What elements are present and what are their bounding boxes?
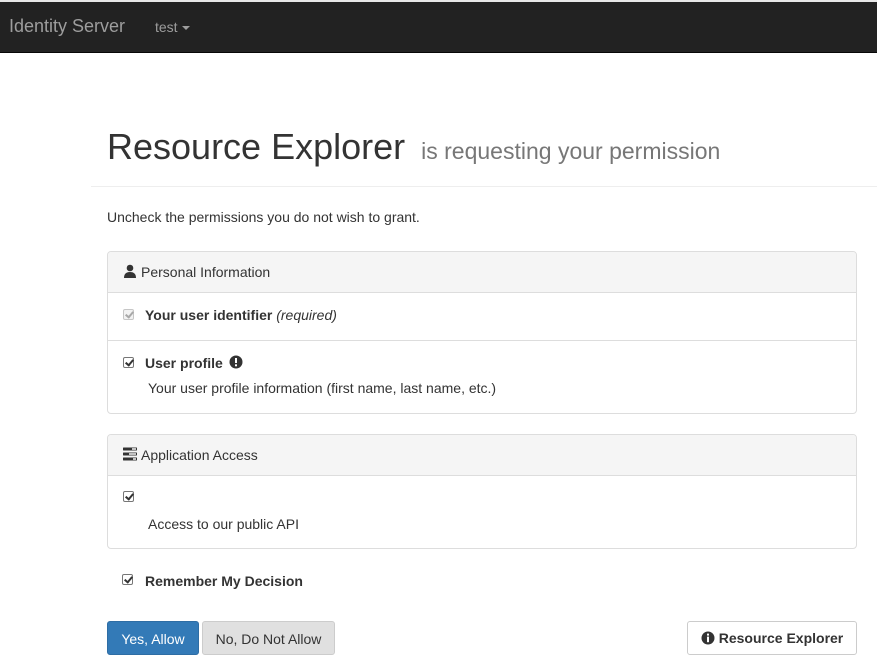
remember-checkbox[interactable] (122, 574, 133, 585)
scope-item-user-profile: User profile Your user profile informati… (108, 341, 856, 413)
client-link-label: Resource Explorer (718, 630, 844, 646)
scope-label-user-profile: User profile (145, 355, 243, 373)
scope-description-public-api: Access to our public API (148, 516, 299, 532)
scope-label-user-identifier: Your user identifier (required) (145, 307, 337, 323)
allow-button[interactable]: Yes, Allow (107, 621, 199, 655)
required-text: (required) (276, 307, 337, 323)
remember-label[interactable]: Remember My Decision (145, 573, 303, 590)
tasks-icon (123, 447, 137, 464)
identity-scopes-heading: Personal Information (108, 252, 856, 293)
resource-scopes-heading-text: Application Access (141, 447, 258, 463)
caret-down-icon (181, 26, 190, 31)
scope-item-user-identifier: Your user identifier (required) (108, 293, 856, 341)
scope-checkbox-user-profile[interactable] (123, 357, 134, 368)
scope-checkbox-user-identifier[interactable] (123, 309, 134, 320)
exclamation-circle-icon (229, 355, 243, 373)
identity-scopes-panel: Personal Information Your user identifie… (107, 251, 857, 414)
scope-item-public-api: Access to our public API (108, 476, 856, 548)
consent-instruction: Uncheck the permissions you do not wish … (107, 209, 420, 225)
user-menu-dropdown[interactable]: test (155, 18, 190, 36)
resource-scopes-panel: Application Access Access to our public … (107, 434, 857, 549)
scope-checkbox-public-api[interactable] (123, 491, 134, 502)
page-title: Resource Explorer is requesting your per… (107, 126, 720, 172)
resource-scopes-heading: Application Access (108, 435, 856, 476)
deny-button[interactable]: No, Do Not Allow (202, 621, 335, 655)
identity-scopes-heading-text: Personal Information (141, 264, 271, 280)
page-subtitle: is requesting your permission (421, 138, 721, 164)
client-link-button[interactable]: Resource Explorer (687, 621, 857, 655)
navbar: Identity Server test (0, 0, 877, 53)
page-header: Resource Explorer is requesting your per… (91, 120, 877, 187)
client-name: Resource Explorer (107, 126, 406, 167)
scope-description-user-profile: Your user profile information (first nam… (148, 380, 497, 396)
remember-consent: Remember My Decision (107, 572, 507, 592)
user-menu-label: test (155, 19, 178, 35)
info-circle-icon (701, 624, 715, 656)
user-icon (123, 264, 137, 281)
navbar-brand[interactable]: Identity Server (9, 15, 125, 37)
